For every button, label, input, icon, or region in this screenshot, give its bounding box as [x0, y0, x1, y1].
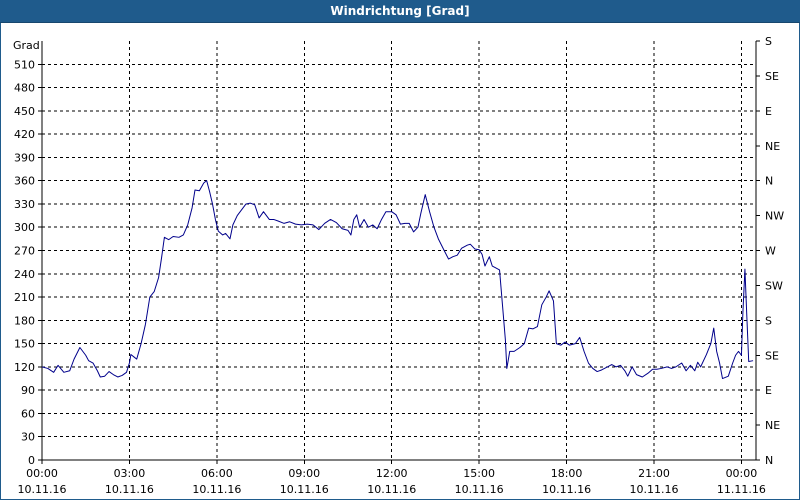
x-tick-time: 00:00	[26, 467, 58, 480]
right-tick-label: S	[765, 314, 772, 327]
x-tick-time: 12:00	[376, 467, 408, 480]
y-tick-label: 330	[14, 198, 35, 211]
x-tick-time: 21:00	[638, 467, 670, 480]
y-tick-label: 420	[14, 128, 35, 141]
y-tick-label: 150	[14, 338, 35, 351]
y-tick-label: 210	[14, 291, 35, 304]
x-tick-time: 06:00	[201, 467, 233, 480]
y-tick-label: 270	[14, 245, 35, 258]
y-tick-label: 120	[14, 361, 35, 374]
y-tick-label: 450	[14, 105, 35, 118]
series-layer	[41, 180, 754, 380]
y-tick-label: 90	[21, 384, 35, 397]
y-tick-label: 300	[14, 221, 35, 234]
right-tick-label: NE	[765, 419, 780, 432]
right-tick-label: SW	[765, 279, 783, 292]
right-tick-label: SE	[765, 70, 779, 83]
chart-title: Windrichtung [Grad]	[330, 4, 470, 18]
right-tick-label: N	[765, 454, 773, 467]
y-tick-label: 390	[14, 151, 35, 164]
x-tick-date: 11.11.16	[717, 483, 766, 496]
y-tick-label: 30	[21, 431, 35, 444]
y-tick-label: 360	[14, 175, 35, 188]
x-tick-date: 10.11.16	[192, 483, 241, 496]
axes	[38, 40, 760, 464]
x-tick-time: 15:00	[463, 467, 495, 480]
x-tick-date: 10.11.16	[455, 483, 504, 496]
y-tick-label: 240	[14, 268, 35, 281]
y-axis-label: Grad	[13, 39, 40, 52]
y-tick-label: 510	[14, 58, 35, 71]
line-chart: 0 30 60 90 120 150 180 210 240 270 300 330 360 390 420…	[13, 35, 784, 496]
x-tick-date: 10.11.16	[18, 483, 67, 496]
y-tick-label: 0	[28, 454, 35, 467]
right-tick-label: S	[765, 35, 772, 48]
y-tick-label: 60	[21, 407, 35, 420]
right-tick-label: NE	[765, 140, 780, 153]
series-line-windrichtung	[41, 180, 754, 380]
right-tick-label: E	[765, 384, 772, 397]
right-tick-label: W	[765, 245, 776, 258]
right-tick-label: SE	[765, 349, 779, 362]
right-tick-label: E	[765, 105, 772, 118]
right-tick-label: NW	[765, 210, 784, 223]
window-titlebar: Windrichtung [Grad]	[0, 0, 800, 23]
right-tick-label: N	[765, 175, 773, 188]
tick-labels: 0 30 60 90 120 150 180 210 240 270 300 330 360 390 420…	[13, 35, 784, 496]
x-tick-date: 10.11.16	[280, 483, 329, 496]
x-tick-date: 10.11.16	[542, 483, 591, 496]
x-tick-time: 18:00	[551, 467, 583, 480]
y-tick-label: 480	[14, 82, 35, 95]
chart-area: 0 30 60 90 120 150 180 210 240 270 300 330 360 390 420…	[0, 23, 800, 500]
x-tick-date: 10.11.16	[367, 483, 416, 496]
x-tick-time: 03:00	[114, 467, 146, 480]
y-tick-label: 180	[14, 314, 35, 327]
grid	[42, 41, 756, 460]
x-tick-date: 10.11.16	[105, 483, 154, 496]
x-tick-time: 00:00	[726, 467, 758, 480]
x-tick-time: 09:00	[288, 467, 320, 480]
x-tick-date: 10.11.16	[630, 483, 679, 496]
